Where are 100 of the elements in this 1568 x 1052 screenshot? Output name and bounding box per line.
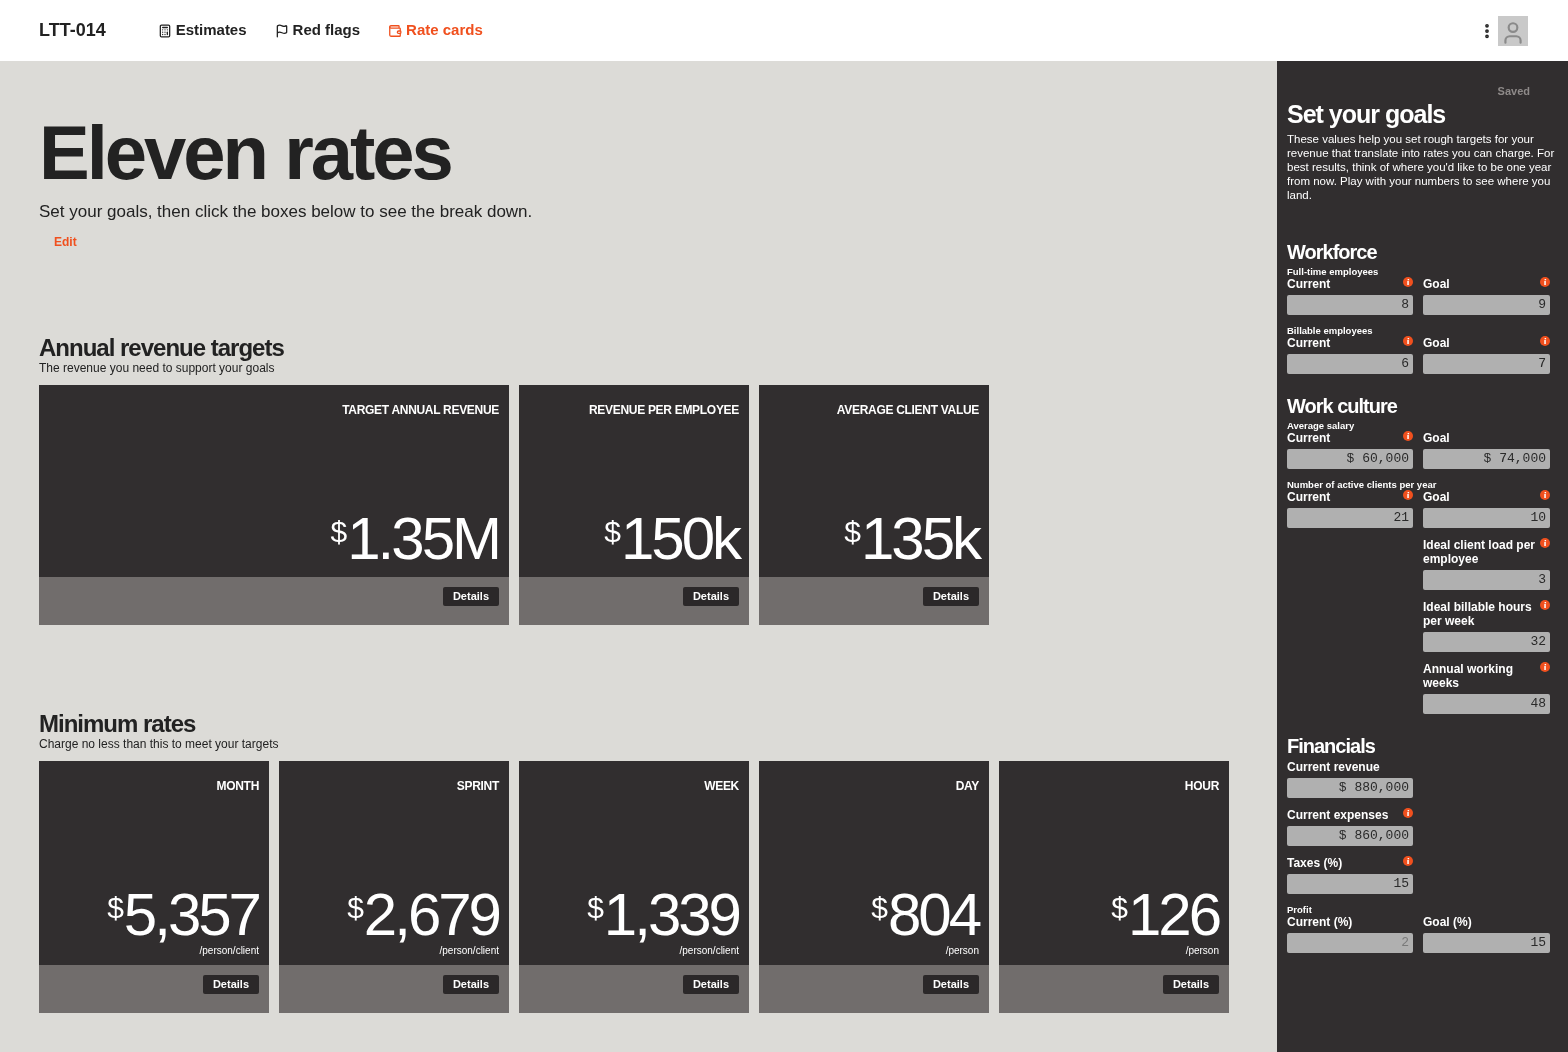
info-icon[interactable] — [1540, 276, 1550, 287]
field-label: Current — [1287, 489, 1331, 504]
amount-value: 150k — [620, 508, 739, 569]
rate-card[interactable]: AVERAGE CLIENT VALUE $135k — [759, 384, 989, 577]
card-label: WEEK — [704, 777, 739, 795]
field-label: Goal — [1423, 430, 1450, 445]
details-button[interactable]: Details — [202, 974, 259, 994]
currency-symbol: $ — [107, 892, 124, 923]
field-label: Current revenue — [1287, 759, 1380, 774]
input-field[interactable]: $ 74,000 — [1423, 448, 1550, 469]
info-icon[interactable] — [1403, 489, 1413, 500]
currency-symbol: $ — [844, 516, 861, 547]
card-label: SPRINT — [456, 777, 499, 795]
save-status: Saved — [1497, 84, 1531, 99]
details-button[interactable]: Details — [442, 586, 499, 606]
flag-icon — [274, 23, 289, 38]
field-label: Ideal billable hours per week — [1423, 599, 1533, 628]
input-field[interactable]: $ 60,000 — [1287, 448, 1413, 469]
input-field[interactable]: 8 — [1287, 294, 1413, 315]
currency-symbol: $ — [1111, 892, 1128, 923]
nav-tab[interactable]: Red flags — [274, 19, 361, 42]
unit-label: /person — [1185, 944, 1219, 957]
currency-symbol: $ — [347, 892, 364, 923]
panel-section-title: Work culture — [1287, 393, 1398, 418]
input-field[interactable]: 6 — [1287, 353, 1413, 374]
rate-card[interactable]: DAY $804 /person — [759, 760, 989, 965]
nav-tab[interactable]: Estimates — [157, 19, 247, 42]
input-field[interactable]: 9 — [1423, 294, 1550, 315]
info-icon[interactable] — [1403, 807, 1413, 818]
card-label: DAY — [955, 777, 979, 795]
unit-label: /person/client — [199, 944, 259, 957]
field-label: Goal — [1423, 335, 1450, 350]
card-label: HOUR — [1184, 777, 1219, 795]
rate-card[interactable]: SPRINT $2,679 /person/client — [279, 760, 509, 965]
section-title: Minimum rates — [39, 710, 197, 737]
amount-value: 804 — [887, 884, 979, 945]
info-icon[interactable] — [1540, 537, 1550, 548]
input-field[interactable]: 15 — [1287, 873, 1413, 894]
wallet-icon — [388, 23, 403, 38]
input-field[interactable]: $ 860,000 — [1287, 825, 1413, 846]
rate-card[interactable]: REVENUE PER EMPLOYEE $150k — [519, 384, 749, 577]
details-button[interactable]: Details — [682, 974, 739, 994]
field-label: Taxes (%) — [1287, 855, 1343, 870]
details-button[interactable]: Details — [682, 586, 739, 606]
panel-intro: These values help you set rough targets for your revenue that translate into rates you can charge. For best results, think of where you'd like to be one year from now. Play with your numbers to see where you land. — [1287, 131, 1556, 202]
info-icon[interactable] — [1540, 661, 1550, 672]
info-icon[interactable] — [1403, 276, 1413, 287]
amount-value: 2,679 — [363, 884, 499, 945]
input-field[interactable]: 3 — [1423, 569, 1550, 590]
field-label: Annual working weeks — [1423, 661, 1514, 690]
currency-symbol: $ — [587, 892, 604, 923]
input-field[interactable]: 21 — [1287, 507, 1413, 528]
page-title: Eleven rates — [39, 111, 452, 195]
field-label: Goal — [1423, 489, 1450, 504]
currency-symbol: $ — [330, 516, 348, 547]
card-label: TARGET ANNUAL REVENUE — [342, 401, 499, 419]
card-label: MONTH — [216, 777, 259, 795]
section-subtitle: Charge no less than this to meet your targets — [39, 736, 280, 751]
group-label: Profit — [1287, 903, 1313, 915]
unit-label: /person/client — [679, 944, 739, 957]
input-field[interactable]: 10 — [1423, 507, 1550, 528]
field-label: Current — [1287, 335, 1331, 350]
currency-symbol: $ — [871, 892, 888, 923]
unit-label: /person/client — [439, 944, 499, 957]
amount-value: 5,357 — [123, 884, 259, 945]
rate-card[interactable]: HOUR $126 /person — [999, 760, 1229, 965]
field-label: Goal — [1423, 276, 1450, 291]
field-label: Goal (%) — [1423, 914, 1472, 929]
field-label: Current — [1287, 276, 1331, 291]
input-field[interactable]: 7 — [1423, 353, 1550, 374]
info-icon[interactable] — [1540, 335, 1550, 346]
input-field[interactable]: 15 — [1423, 932, 1550, 953]
unit-label: /person — [945, 944, 979, 957]
input-field[interactable]: 48 — [1423, 693, 1550, 714]
rate-card[interactable]: MONTH $5,357 /person/client — [39, 760, 269, 965]
section-title: Annual revenue targets — [39, 334, 285, 361]
input-field[interactable]: $ 880,000 — [1287, 777, 1413, 798]
group-label: Billable employees — [1287, 324, 1374, 336]
info-icon[interactable] — [1403, 855, 1413, 866]
details-button[interactable]: Details — [922, 586, 979, 606]
group-label: Average salary — [1287, 419, 1356, 431]
amount-value: 126 — [1127, 884, 1219, 945]
details-button[interactable]: Details — [1162, 974, 1219, 994]
amount-value: 135k — [860, 508, 979, 569]
details-button[interactable]: Details — [442, 974, 499, 994]
panel-title: Set your goals — [1287, 99, 1447, 128]
field-label: Ideal client load per employee — [1423, 537, 1536, 566]
amount-value: 1,339 — [603, 884, 739, 945]
input-field[interactable]: 32 — [1423, 631, 1550, 652]
info-icon[interactable] — [1403, 335, 1413, 346]
nav-tab[interactable]: Rate cards — [388, 19, 483, 42]
field-label: Current (%) — [1287, 914, 1353, 929]
info-icon[interactable] — [1540, 489, 1550, 500]
rate-card[interactable]: WEEK $1,339 /person/client — [519, 760, 749, 965]
details-button[interactable]: Details — [922, 974, 979, 994]
info-icon[interactable] — [1540, 599, 1550, 610]
field-label: Current expenses — [1287, 807, 1389, 822]
rate-card[interactable]: TARGET ANNUAL REVENUE $1.35M — [39, 384, 509, 577]
info-icon[interactable] — [1403, 430, 1413, 441]
panel-section-title: Workforce — [1287, 239, 1378, 264]
